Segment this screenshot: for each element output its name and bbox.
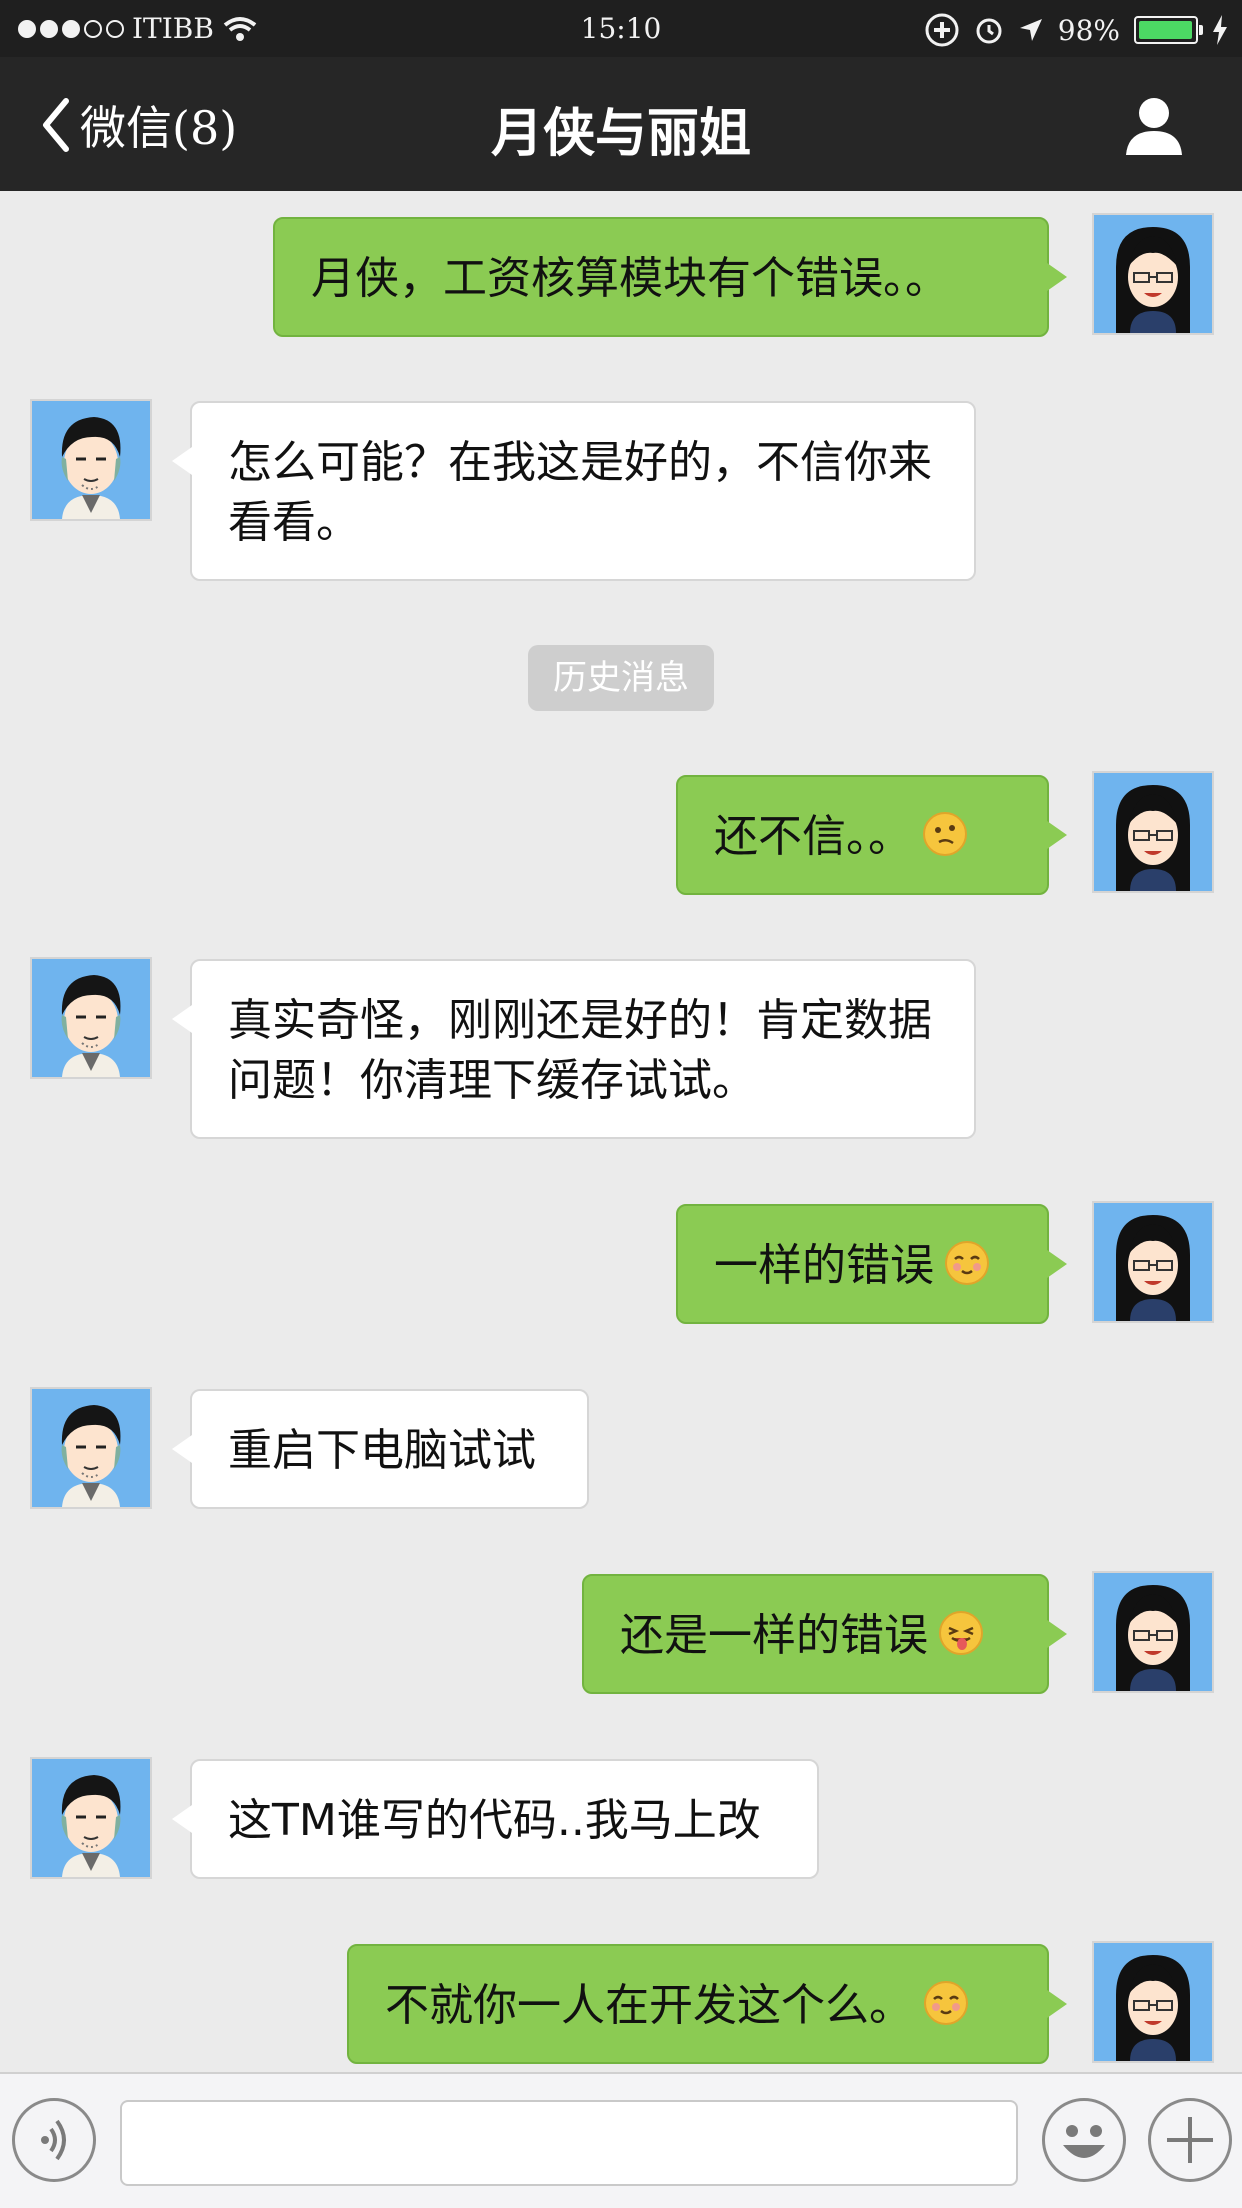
female-avatar-icon — [1094, 215, 1212, 333]
male-avatar-icon — [32, 959, 150, 1077]
received-message-bubble[interactable]: 真实奇怪，刚刚还是好的！肯定数据问题！你清理下缓存试试。 — [172, 959, 976, 1139]
shy-face-emoji-icon — [945, 1241, 989, 1285]
status-right: 98% — [924, 12, 1228, 48]
sender-avatar[interactable] — [1092, 1201, 1214, 1323]
male-avatar-icon — [32, 1389, 150, 1507]
tongue-face-emoji-icon — [939, 1611, 983, 1655]
history-messages-divider[interactable]: 历史消息 — [528, 645, 714, 711]
message-text: 月侠，工资核算模块有个错误。。 — [311, 253, 949, 304]
message-text: 真实奇怪，刚刚还是好的！肯定数据问题！你清理下缓存试试。 — [228, 995, 932, 1106]
nav-bar: 微信(8) 月侠与丽姐 — [0, 57, 1242, 191]
emoji-button[interactable] — [1042, 2098, 1126, 2182]
sent-message-bubble[interactable]: 还不信。。 — [676, 775, 1067, 895]
female-avatar-icon — [1094, 1943, 1212, 2061]
message-input[interactable] — [120, 2100, 1018, 2186]
sender-avatar[interactable] — [1092, 213, 1214, 335]
shy-face-emoji-icon — [924, 1981, 968, 2025]
received-message-bubble[interactable]: 怎么可能？在我这是好的，不信你来看看。 — [172, 401, 976, 581]
chat-title: 月侠与丽姐 — [490, 104, 751, 164]
sent-message-bubble[interactable]: 还是一样的错误 — [582, 1574, 1067, 1694]
alarm-icon — [976, 18, 1002, 44]
male-avatar-icon — [32, 1759, 150, 1877]
received-message-bubble[interactable]: 重启下电脑试试 — [172, 1389, 589, 1509]
voice-icon — [41, 2119, 66, 2161]
battery-icon — [1134, 16, 1203, 44]
sent-message-bubble[interactable]: 一样的错误 — [676, 1204, 1067, 1324]
status-bar: ITIBB 15:10 98% — [0, 0, 1242, 57]
message-text: 还不信。。 — [714, 811, 912, 862]
message-text: 还是一样的错误 — [620, 1610, 928, 1661]
female-avatar-icon — [1094, 1203, 1212, 1321]
input-bar — [0, 2072, 1242, 2208]
contact-avatar[interactable] — [30, 1757, 152, 1879]
location-arrow-icon — [1019, 19, 1042, 41]
contact-avatar[interactable] — [30, 399, 152, 521]
sent-message-bubble[interactable]: 不就你一人在开发这个么。 — [347, 1944, 1067, 2064]
message-text: 一样的错误 — [714, 1240, 934, 1291]
voice-input-button[interactable] — [12, 2098, 96, 2182]
thinking-face-emoji-icon — [923, 812, 967, 856]
more-options-button[interactable] — [1148, 2098, 1232, 2182]
sender-avatar[interactable] — [1092, 1941, 1214, 2063]
message-text: 这TM谁写的代码..我马上改 — [228, 1795, 761, 1846]
sender-avatar[interactable] — [1092, 771, 1214, 893]
female-avatar-icon — [1094, 773, 1212, 891]
message-text: 不就你一人在开发这个么。 — [385, 1980, 913, 2031]
received-message-bubble[interactable]: 这TM谁写的代码..我马上改 — [172, 1759, 819, 1879]
message-text: 重启下电脑试试 — [228, 1425, 536, 1476]
profile-icon[interactable] — [1122, 93, 1186, 157]
sender-avatar[interactable] — [1092, 1571, 1214, 1693]
message-text: 怎么可能？在我这是好的，不信你来看看。 — [228, 437, 932, 548]
plus-icon — [1167, 2117, 1213, 2163]
battery-percentage: 98% — [1057, 13, 1120, 47]
contact-avatar[interactable] — [30, 1387, 152, 1509]
contact-avatar[interactable] — [30, 957, 152, 1079]
charging-bolt-icon — [1213, 15, 1227, 45]
rotation-lock-icon — [925, 13, 959, 47]
male-avatar-icon — [32, 401, 150, 519]
female-avatar-icon — [1094, 1573, 1212, 1691]
smiley-icon — [1063, 2125, 1105, 2158]
sent-message-bubble[interactable]: 月侠，工资核算模块有个错误。。 — [273, 217, 1067, 337]
